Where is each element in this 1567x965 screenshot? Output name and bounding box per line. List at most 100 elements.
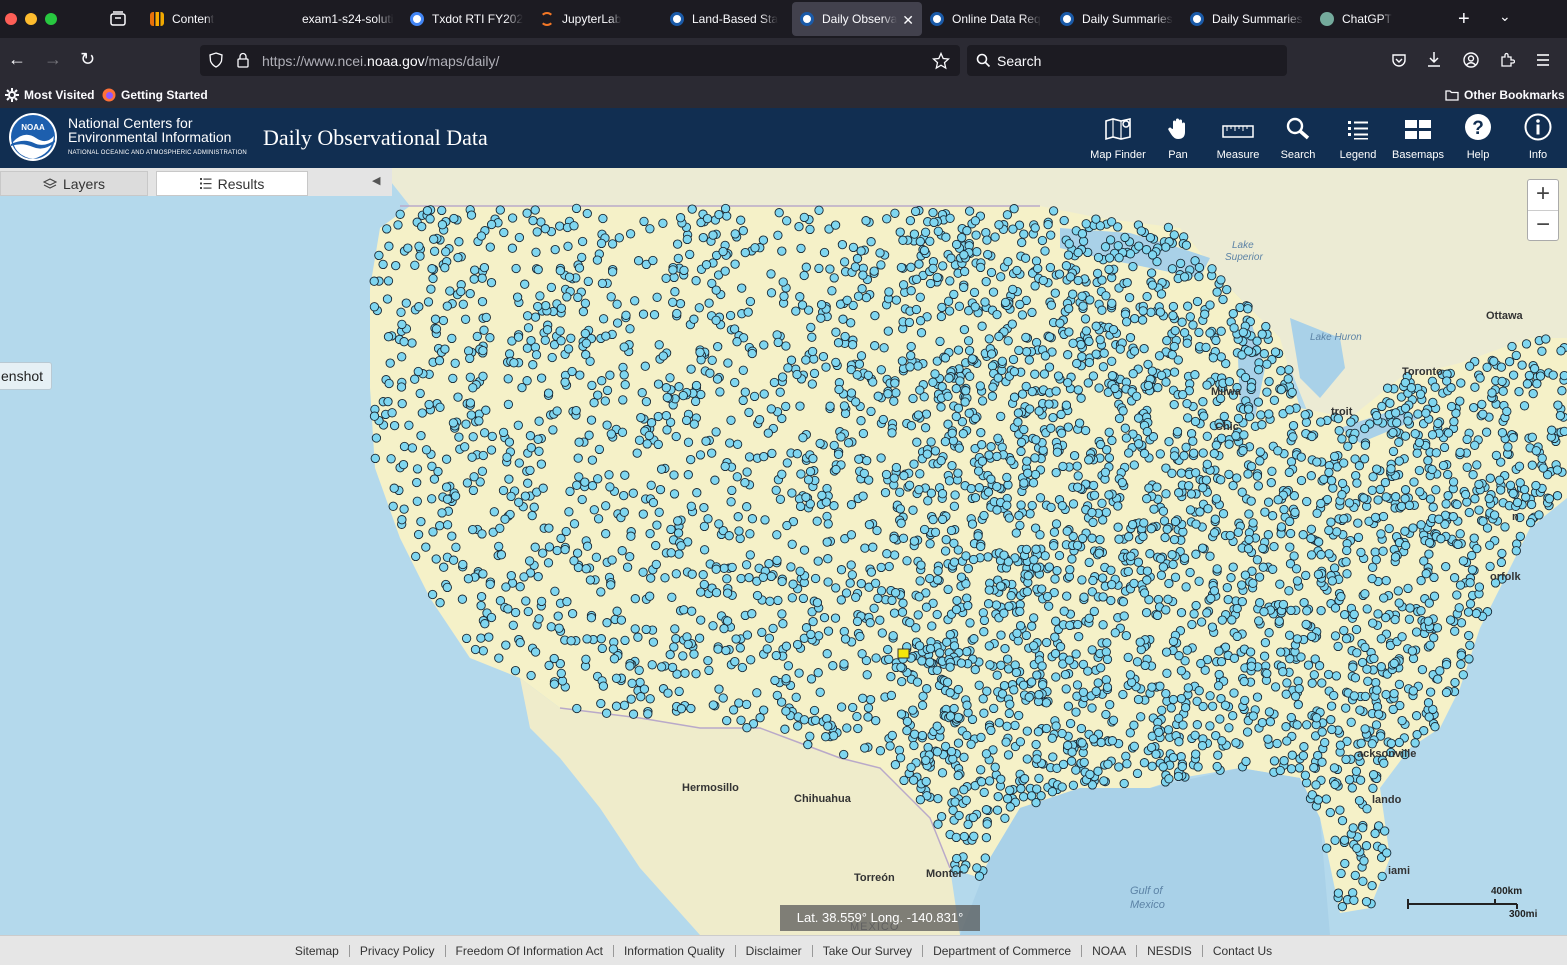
station-marker[interactable] [953, 738, 964, 748]
station-marker[interactable] [1038, 445, 1048, 455]
station-marker[interactable] [1425, 640, 1435, 650]
station-marker[interactable] [1016, 446, 1026, 457]
station-marker[interactable] [786, 355, 797, 365]
station-marker[interactable] [1078, 687, 1089, 697]
station-marker[interactable] [1346, 717, 1356, 727]
station-marker[interactable] [1096, 737, 1106, 748]
station-marker[interactable] [1067, 554, 1077, 564]
station-marker[interactable] [557, 676, 568, 686]
station-marker[interactable] [383, 396, 393, 407]
station-marker[interactable] [930, 446, 941, 456]
station-marker[interactable] [884, 287, 894, 297]
station-marker[interactable] [1024, 355, 1034, 365]
station-marker[interactable] [678, 390, 688, 401]
station-marker[interactable] [1064, 239, 1074, 249]
station-marker[interactable] [905, 362, 915, 372]
station-marker[interactable] [1320, 737, 1330, 748]
station-marker[interactable] [1161, 647, 1172, 657]
station-marker[interactable] [1141, 607, 1152, 618]
station-marker[interactable] [598, 681, 609, 691]
station-marker[interactable] [839, 401, 850, 411]
station-marker[interactable] [614, 233, 624, 243]
station-marker[interactable] [927, 621, 937, 631]
station-marker[interactable] [736, 573, 746, 584]
station-marker[interactable] [1330, 835, 1340, 845]
station-marker[interactable] [984, 334, 994, 344]
station-marker[interactable] [895, 227, 905, 237]
browser-tab[interactable]: ChatGPT [1312, 0, 1442, 38]
station-marker[interactable] [749, 391, 760, 402]
station-marker[interactable] [563, 344, 574, 354]
station-marker[interactable] [1284, 630, 1295, 640]
station-marker[interactable] [1195, 507, 1205, 517]
station-marker[interactable] [1097, 573, 1108, 583]
station-marker[interactable] [1097, 498, 1107, 508]
station-marker[interactable] [536, 596, 547, 607]
station-marker[interactable] [673, 253, 683, 264]
station-marker[interactable] [572, 703, 582, 714]
station-marker[interactable] [1170, 516, 1181, 527]
station-marker[interactable] [1096, 663, 1106, 673]
station-marker[interactable] [1456, 378, 1466, 388]
station-marker[interactable] [1360, 589, 1370, 599]
station-marker[interactable] [465, 398, 476, 408]
station-marker[interactable] [1018, 680, 1029, 690]
station-marker[interactable] [1386, 464, 1396, 474]
station-marker[interactable] [463, 574, 474, 584]
station-marker[interactable] [1033, 263, 1043, 274]
station-marker[interactable] [1225, 530, 1235, 541]
station-marker[interactable] [1156, 289, 1167, 299]
station-marker[interactable] [1197, 543, 1208, 553]
station-marker[interactable] [1083, 666, 1093, 676]
station-marker[interactable] [1342, 545, 1352, 556]
station-marker[interactable] [1176, 468, 1187, 478]
tab-layers[interactable]: Layers [0, 171, 148, 196]
station-marker[interactable] [691, 380, 702, 391]
station-marker[interactable] [1067, 747, 1077, 757]
station-marker[interactable] [1104, 453, 1115, 463]
station-marker[interactable] [569, 221, 579, 231]
station-marker[interactable] [476, 591, 487, 602]
station-marker[interactable] [1010, 660, 1020, 670]
station-marker[interactable] [1039, 369, 1050, 379]
station-marker[interactable] [1386, 738, 1396, 749]
station-marker[interactable] [959, 282, 969, 293]
station-marker[interactable] [1253, 481, 1264, 491]
station-marker[interactable] [1160, 532, 1170, 543]
station-marker[interactable] [852, 616, 863, 627]
station-marker[interactable] [625, 324, 635, 334]
station-marker[interactable] [1455, 529, 1465, 539]
station-marker[interactable] [1091, 686, 1101, 696]
station-marker[interactable] [1139, 758, 1150, 768]
station-marker[interactable] [795, 292, 805, 302]
station-marker[interactable] [858, 270, 868, 280]
station-marker[interactable] [1030, 223, 1040, 233]
station-marker[interactable] [1272, 738, 1282, 749]
station-marker[interactable] [1022, 726, 1032, 736]
station-marker[interactable] [1044, 399, 1054, 409]
station-marker[interactable] [1005, 785, 1015, 795]
station-marker[interactable] [1507, 341, 1517, 352]
station-marker[interactable] [636, 692, 646, 702]
station-marker[interactable] [1306, 524, 1317, 534]
station-marker[interactable] [1026, 791, 1037, 801]
station-marker[interactable] [742, 502, 752, 512]
station-marker[interactable] [949, 557, 960, 567]
station-marker[interactable] [460, 442, 470, 452]
station-marker[interactable] [1146, 307, 1156, 317]
station-marker[interactable] [686, 454, 696, 465]
station-marker[interactable] [772, 330, 782, 340]
station-marker[interactable] [1125, 670, 1136, 680]
station-marker[interactable] [1186, 489, 1197, 499]
station-marker[interactable] [1270, 347, 1281, 357]
station-marker[interactable] [837, 239, 848, 250]
station-marker[interactable] [1269, 541, 1279, 552]
station-marker[interactable] [696, 355, 706, 365]
station-marker[interactable] [1031, 435, 1041, 445]
station-marker[interactable] [1139, 518, 1149, 528]
station-marker[interactable] [1435, 666, 1445, 676]
station-marker[interactable] [1470, 382, 1480, 392]
station-marker[interactable] [1004, 513, 1014, 523]
station-marker[interactable] [732, 472, 742, 482]
station-marker[interactable] [1477, 399, 1487, 410]
